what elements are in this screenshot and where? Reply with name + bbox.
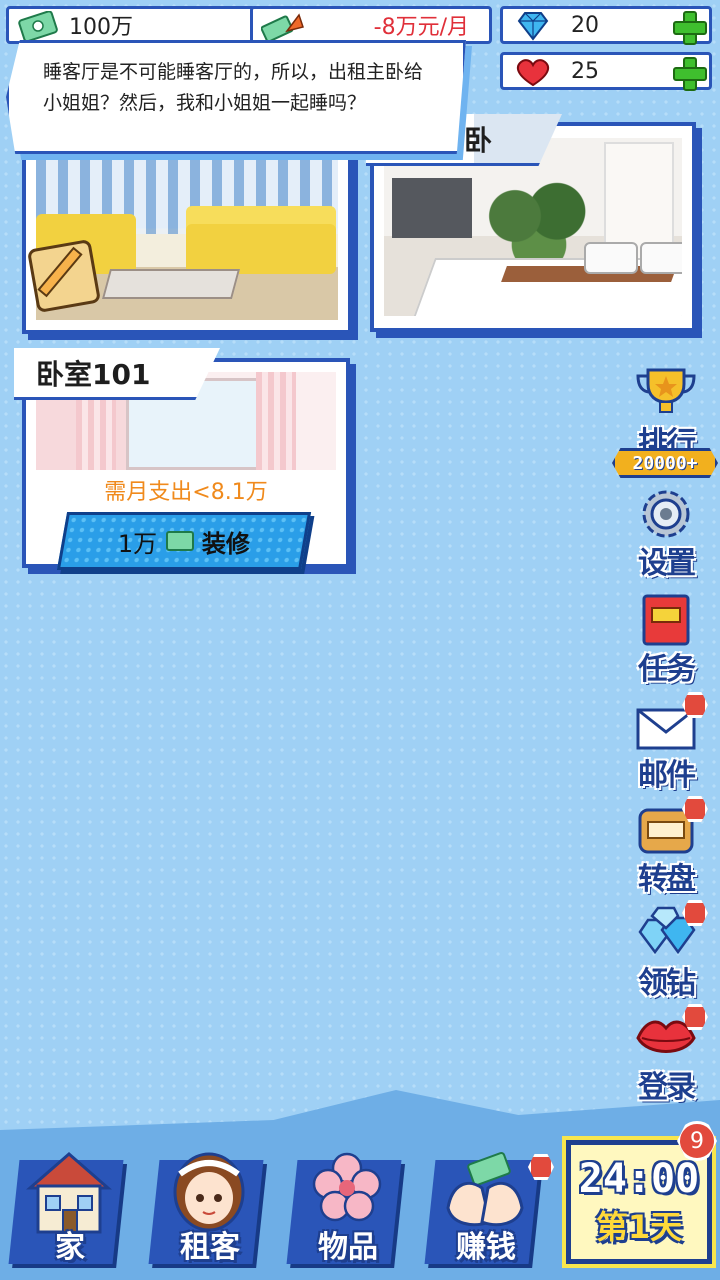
login-label: 登录 [638,1070,696,1105]
trophy-icon [636,368,696,413]
income-counter: -8万元/月 [250,6,492,44]
home-label: 家 [55,1230,85,1265]
diamond-value: 20 [571,12,599,38]
decorate-cost: 1万 [118,529,158,558]
wheel-label: 转盘 [638,862,696,897]
clock-time: 24:00 [578,1156,700,1202]
gear-icon [642,490,690,538]
settings-button[interactable]: 设置 [628,486,704,582]
login-button[interactable]: 登录 [628,1004,708,1106]
tasks-label: 任务 [638,652,696,687]
clock-day: 第1天 [595,1208,683,1246]
monthly-expense: 需月支出<8.1万 [104,480,268,505]
ranking-reward-badge: 20000+ [612,448,718,478]
income-arrow-icon [261,13,304,41]
decorate-button[interactable]: 1万 装修 [56,512,312,570]
tasks-button[interactable]: 任务 [628,592,704,688]
add-diamond-button[interactable] [673,11,707,45]
money-icon [18,11,58,41]
heart-value: 25 [571,58,599,84]
tenants-label: 租客 [180,1230,240,1265]
task-book-icon [642,594,690,646]
items-button[interactable]: 物品 [286,1148,404,1270]
dialog-text: 睡客厅是不可能睡客厅的，所以，出租主卧给小姐姐？然后，我和小姐姐一起睡吗？ [43,61,424,114]
money-value: 100万 [69,15,133,40]
money-icon [165,531,194,551]
settings-label: 设置 [638,546,696,581]
earn-money-label: 赚钱 [456,1230,516,1265]
money-counter: 100万 [6,6,256,44]
home-button[interactable]: 家 [8,1148,126,1270]
wheel-button[interactable]: 转盘 [628,796,708,898]
claim-diamonds-label: 领钻 [638,966,696,1001]
bedroom-101-label: 卧室101 [14,348,220,400]
heart-counter: 25 [500,52,712,91]
items-label: 物品 [318,1230,378,1265]
diamond-counter: 20 [500,6,712,45]
mail-label: 邮件 [638,758,696,793]
ranking-button[interactable]: 排行 [628,366,704,462]
heart-icon [516,59,550,87]
income-value: -8万元/月 [373,15,469,40]
diamond-icon [517,12,549,41]
game-clock[interactable]: 24:00 第1天 9 [566,1121,717,1264]
claim-diamonds-button[interactable]: 领钻 [628,900,708,1002]
dialog-bubble[interactable]: 睡客厅是不可能睡客厅的，所以，出租主卧给小姐姐？然后，我和小姐姐一起睡吗？ [6,40,466,154]
decorate-label: 装修 [201,529,250,558]
add-heart-button[interactable] [673,57,707,91]
earn-money-button[interactable]: 赚钱 [424,1148,554,1270]
tenants-button[interactable]: 租客 [148,1148,266,1270]
living-room-card[interactable] [22,130,352,334]
mail-button[interactable]: 邮件 [628,692,708,794]
